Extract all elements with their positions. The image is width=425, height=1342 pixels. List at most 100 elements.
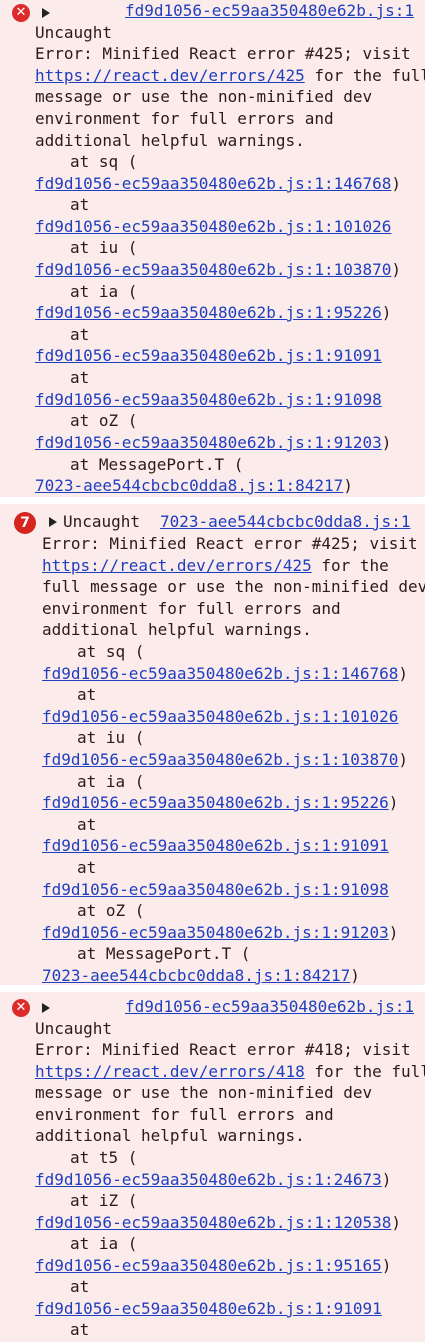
error-message-line: message or use the non-minified dev [35, 87, 373, 106]
error-message-text: for the [311, 556, 389, 575]
error-title: Uncaught [35, 23, 113, 42]
stack-frame-link[interactable]: fd9d1056-ec59aa350480e62b.js:1:146768 [35, 174, 391, 193]
stack-frame-paren: ) [398, 750, 409, 769]
error-message-line: Error: Minified React error #425; visit [35, 44, 411, 63]
stack-frame-line: fd9d1056-ec59aa350480e62b.js:1:95226) [42, 792, 398, 814]
stack-frame-link[interactable]: fd9d1056-ec59aa350480e62b.js:1:91203 [35, 433, 382, 452]
stack-frame-link[interactable]: fd9d1056-ec59aa350480e62b.js:1:91098 [42, 880, 389, 899]
stack-frame-line: fd9d1056-ec59aa350480e62b.js:1:101026 [35, 216, 391, 238]
stack-frame-link[interactable]: 7023-aee544cbcbc0dda8.js:1:84217 [42, 966, 350, 985]
stack-frame-paren: ) [391, 260, 402, 279]
stack-frame-line: fd9d1056-ec59aa350480e62b.js:1:103870) [35, 259, 401, 281]
stack-frame-label: at [70, 368, 90, 387]
stack-frame-link[interactable]: fd9d1056-ec59aa350480e62b.js:1:103870 [35, 260, 391, 279]
expand-triangle-icon[interactable] [42, 1003, 50, 1013]
stack-frame-link[interactable]: fd9d1056-ec59aa350480e62b.js:1:91203 [42, 923, 389, 942]
error-doc-link[interactable]: https://react.dev/errors/425 [42, 556, 312, 575]
error-message-line: environment for full errors and [35, 109, 334, 128]
error-message-line: additional helpful warnings. [35, 1126, 305, 1145]
stack-frame-label: at ia ( [70, 1234, 138, 1253]
stack-frame-line: fd9d1056-ec59aa350480e62b.js:1:95226) [35, 302, 391, 324]
error-message-line: environment for full errors and [42, 599, 341, 618]
stack-frame-line: fd9d1056-ec59aa350480e62b.js:1:146768) [42, 663, 408, 685]
stack-frame-link[interactable]: fd9d1056-ec59aa350480e62b.js:1:146768 [42, 664, 398, 683]
expand-triangle-icon[interactable] [49, 517, 57, 527]
error-title: Uncaught [35, 1019, 113, 1038]
stack-frame-link[interactable]: fd9d1056-ec59aa350480e62b.js:1:24673 [35, 1170, 382, 1189]
stack-frame-line: fd9d1056-ec59aa350480e62b.js:1:95165) [35, 1255, 391, 1277]
error-message-text: for the full [304, 66, 425, 85]
error-message-line: message or use the non-minified dev [35, 1083, 373, 1102]
console-error-entry: ✕ fd9d1056-ec59aa350480e62b.js:1 Uncaugh… [0, 0, 425, 497]
stack-frame-paren: ) [398, 664, 409, 683]
stack-frame-label: at iu ( [77, 728, 145, 747]
stack-frame-label: at MessagePort.T ( [77, 944, 251, 963]
stack-frame-link[interactable]: fd9d1056-ec59aa350480e62b.js:1:95165 [35, 1256, 382, 1275]
source-link[interactable]: 7023-aee544cbcbc0dda8.js:1 [160, 511, 410, 533]
error-message-line: https://react.dev/errors/425 for the [42, 555, 389, 577]
error-message-line: environment for full errors and [35, 1105, 334, 1124]
stack-frame-label: at ia ( [77, 772, 145, 791]
stack-frame-line: fd9d1056-ec59aa350480e62b.js:1:91098 [35, 389, 382, 411]
stack-frame-link[interactable]: fd9d1056-ec59aa350480e62b.js:1:91091 [35, 1299, 382, 1318]
stack-frame-paren: ) [381, 1256, 392, 1275]
stack-frame-line: fd9d1056-ec59aa350480e62b.js:1:24673) [35, 1169, 391, 1191]
stack-frame-line: fd9d1056-ec59aa350480e62b.js:1:91203) [42, 922, 398, 944]
source-link[interactable]: fd9d1056-ec59aa350480e62b.js:1 [125, 996, 414, 1018]
stack-frame-label: at [70, 325, 90, 344]
error-message-line: https://react.dev/errors/418 for the ful… [35, 1061, 425, 1083]
stack-frame-line: fd9d1056-ec59aa350480e62b.js:1:91091 [35, 345, 382, 367]
error-message-line: Error: Minified React error #418; visit [35, 1040, 411, 1059]
stack-frame-paren: ) [350, 966, 360, 985]
stack-frame-link[interactable]: fd9d1056-ec59aa350480e62b.js:1:91098 [35, 390, 382, 409]
stack-frame-link[interactable]: fd9d1056-ec59aa350480e62b.js:1:101026 [42, 707, 398, 726]
stack-frame-paren: ) [343, 476, 353, 495]
stack-frame-link[interactable]: fd9d1056-ec59aa350480e62b.js:1:95226 [35, 303, 382, 322]
stack-frame-label: at oZ ( [77, 901, 145, 920]
stack-frame-link[interactable]: fd9d1056-ec59aa350480e62b.js:1:91091 [42, 836, 389, 855]
stack-frame-link[interactable]: fd9d1056-ec59aa350480e62b.js:1:103870 [42, 750, 398, 769]
console-error-entry: 7 Uncaught 7023-aee544cbcbc0dda8.js:1 Er… [0, 504, 425, 985]
stack-frame-label: at [77, 815, 97, 834]
stack-frame-label: at MessagePort.T ( [70, 455, 244, 474]
stack-frame-link[interactable]: 7023-aee544cbcbc0dda8.js:1:84217 [35, 476, 343, 495]
stack-frame-label: at iu ( [70, 238, 138, 257]
stack-frame-line: fd9d1056-ec59aa350480e62b.js:1:120538) [35, 1212, 401, 1234]
error-message-line: full message or use the non-minified dev [42, 577, 425, 596]
error-message-line: additional helpful warnings. [35, 131, 305, 150]
stack-frame-line: fd9d1056-ec59aa350480e62b.js:1:91091 [35, 1298, 382, 1320]
stack-frame-paren: ) [391, 1213, 402, 1232]
source-link[interactable]: fd9d1056-ec59aa350480e62b.js:1 [125, 0, 414, 22]
stack-frame-label: at [70, 195, 90, 214]
error-doc-link[interactable]: https://react.dev/errors/425 [35, 66, 305, 85]
stack-frame-line: 7023-aee544cbcbc0dda8.js:1:84217) [35, 475, 353, 497]
stack-frame-link[interactable]: fd9d1056-ec59aa350480e62b.js:1:120538 [35, 1213, 391, 1232]
stack-frame-label: at oZ ( [70, 411, 138, 430]
error-message-line: additional helpful warnings. [42, 620, 312, 639]
error-message-line: https://react.dev/errors/425 for the ful… [35, 65, 425, 87]
stack-frame-line: fd9d1056-ec59aa350480e62b.js:1:146768) [35, 173, 401, 195]
error-title: Uncaught [63, 512, 141, 531]
stack-frame-label: at sq ( [70, 152, 138, 171]
stack-frame-paren: ) [391, 174, 402, 193]
stack-frame-line: fd9d1056-ec59aa350480e62b.js:1:101026 [42, 706, 398, 728]
error-icon: ✕ [12, 4, 30, 22]
console-error-entry: ✕ fd9d1056-ec59aa350480e62b.js:1 Uncaugh… [0, 992, 425, 1342]
stack-frame-paren: ) [388, 793, 399, 812]
error-icon: ✕ [12, 999, 30, 1017]
stack-frame-paren: ) [381, 433, 392, 452]
stack-frame-line: fd9d1056-ec59aa350480e62b.js:1:91091 [42, 835, 389, 857]
error-message-text: for the full [304, 1062, 425, 1081]
stack-frame-label: at sq ( [77, 642, 145, 661]
stack-frame-line: fd9d1056-ec59aa350480e62b.js:1:103870) [42, 749, 408, 771]
error-doc-link[interactable]: https://react.dev/errors/418 [35, 1062, 305, 1081]
stack-frame-link[interactable]: fd9d1056-ec59aa350480e62b.js:1:101026 [35, 217, 391, 236]
expand-triangle-icon[interactable] [42, 8, 50, 18]
stack-frame-link[interactable]: fd9d1056-ec59aa350480e62b.js:1:91091 [35, 346, 382, 365]
stack-frame-label: at ia ( [70, 282, 138, 301]
stack-frame-label: at [70, 1320, 90, 1339]
stack-frame-label: at t5 ( [70, 1148, 138, 1167]
stack-frame-link[interactable]: fd9d1056-ec59aa350480e62b.js:1:95226 [42, 793, 389, 812]
stack-frame-paren: ) [381, 1170, 392, 1189]
stack-frame-label: at [77, 858, 97, 877]
